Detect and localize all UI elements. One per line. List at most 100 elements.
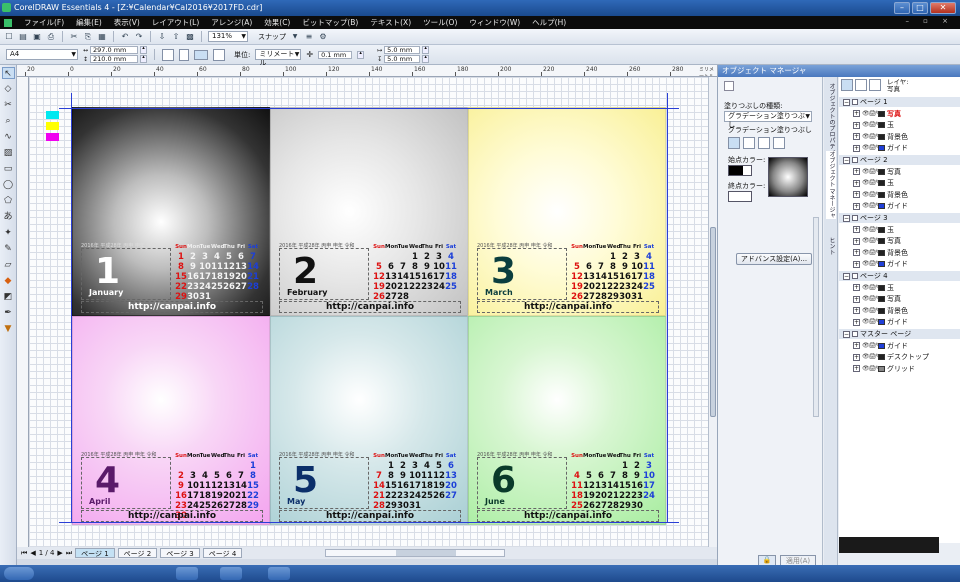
taskbar-app-2[interactable]	[220, 567, 242, 580]
portrait-icon[interactable]	[179, 48, 190, 61]
menu-tools[interactable]: ツール(O)	[423, 17, 457, 28]
collapse-icon[interactable]: −	[843, 272, 850, 280]
expand-icon[interactable]: +	[853, 121, 860, 129]
menu-help[interactable]: ヘルプ(H)	[532, 17, 566, 28]
expand-icon[interactable]: +	[853, 110, 860, 118]
show-properties-icon[interactable]	[841, 79, 853, 91]
eyedropper-tool-icon[interactable]: ✎	[2, 243, 15, 255]
layer-visibility-print-edit-icons[interactable]: 👁🖨✎	[862, 248, 880, 258]
tree-layer[interactable]: + 👁🖨✎ ガイド	[839, 143, 908, 153]
first-page-icon[interactable]: ⏮	[21, 549, 27, 558]
prev-page-icon[interactable]: ◀	[30, 549, 35, 557]
tree-page[interactable]: − ページ 2	[839, 155, 960, 165]
layer-visibility-print-edit-icons[interactable]: 👁🖨✎	[862, 190, 880, 200]
expand-icon[interactable]: +	[853, 179, 860, 187]
tree-layer[interactable]: + 👁🖨✎ 玉	[839, 283, 894, 293]
freehand-tool-icon[interactable]: ∿	[2, 131, 15, 143]
expand-icon[interactable]: +	[853, 284, 860, 292]
nudge-field[interactable]: 0.1 mm	[318, 50, 353, 59]
layer-visibility-print-edit-icons[interactable]: 👁🖨✎	[862, 341, 880, 351]
page-tab-3[interactable]: ページ 3	[160, 548, 200, 558]
layer-visibility-print-edit-icons[interactable]: 👁🖨✎	[862, 283, 880, 293]
menu-text[interactable]: テキスト(X)	[370, 17, 411, 28]
landscape-icon[interactable]	[194, 49, 209, 60]
shape-tool-icon[interactable]: ◇	[2, 83, 15, 95]
layer-visibility-print-edit-icons[interactable]: 👁🖨✎	[862, 120, 880, 130]
menu-edit[interactable]: 編集(E)	[76, 17, 102, 28]
new-icon[interactable]: ☐	[4, 32, 14, 42]
menu-file[interactable]: ファイル(F)	[24, 17, 64, 28]
expand-icon[interactable]: +	[853, 144, 860, 152]
fill-tool-icon[interactable]: ◆	[2, 275, 15, 287]
conical-gradient-button[interactable]	[758, 137, 770, 149]
tree-page[interactable]: − ページ 3	[839, 213, 960, 223]
expand-icon[interactable]: +	[853, 168, 860, 176]
page-width-field[interactable]: 297.0 mm	[90, 46, 139, 54]
tab-object-manager[interactable]: オブジェクト マネージャ	[826, 151, 836, 219]
fill-tab-icon[interactable]	[724, 81, 734, 91]
collapse-icon[interactable]: −	[843, 156, 850, 164]
properties-scrollbar[interactable]	[813, 217, 819, 417]
next-page-icon[interactable]: ▶	[57, 549, 62, 557]
polygon-tool-icon[interactable]: ⬠	[2, 195, 15, 207]
export-icon[interactable]: ⇧	[171, 32, 181, 42]
expand-icon[interactable]: +	[853, 202, 860, 210]
snap-dropdown-icon[interactable]: ▼	[290, 32, 300, 42]
layer-visibility-print-edit-icons[interactable]: 👁🖨✎	[862, 109, 880, 119]
app-menu-icon[interactable]	[4, 18, 12, 27]
units-combo[interactable]: ミリメートル ▼	[255, 49, 302, 67]
horizontal-scrollbar[interactable]	[325, 549, 506, 557]
tree-layer[interactable]: + 👁🖨✎ 玉	[839, 120, 894, 130]
snap-label[interactable]: スナップ	[258, 32, 286, 42]
tree-layer[interactable]: + 👁🖨✎ 写真	[839, 236, 901, 246]
horizontal-scroll-thumb[interactable]	[396, 550, 457, 556]
tree-layer[interactable]: + 👁🖨✎ 背景色	[839, 132, 908, 142]
tree-layer[interactable]: + 👁🖨✎ ガイド	[839, 201, 908, 211]
zoom-tool-icon[interactable]: ⌕	[2, 115, 15, 127]
minimize-button[interactable]: –	[894, 2, 910, 14]
layer-visibility-print-edit-icons[interactable]: 👁🖨✎	[862, 352, 880, 362]
tree-layer[interactable]: + 👁🖨✎ グリッド	[839, 364, 915, 374]
expand-icon[interactable]: +	[853, 260, 860, 268]
duplicate-y-spinner[interactable]: ▴	[422, 55, 430, 63]
last-page-icon[interactable]: ⏭	[66, 549, 72, 558]
options-icon[interactable]: ⚙	[318, 32, 328, 42]
tree-layer[interactable]: + 👁🖨✎ 背景色	[839, 306, 908, 316]
bucket-tool-icon[interactable]: ▼	[2, 323, 15, 335]
app-launcher-icon[interactable]: ▩	[185, 32, 195, 42]
close-button[interactable]: ✕	[930, 2, 956, 14]
ellipse-tool-icon[interactable]: ◯	[2, 179, 15, 191]
tree-layer[interactable]: + 👁🖨✎ 写真	[839, 294, 901, 304]
layer-visibility-print-edit-icons[interactable]: 👁🖨✎	[862, 317, 880, 327]
expand-icon[interactable]: +	[853, 318, 860, 326]
calendar-panel-february[interactable]: 2016年 平成28年 丙申 申年 令和 2 February Sun Mon Tue We…	[270, 107, 468, 316]
expand-icon[interactable]: +	[853, 237, 860, 245]
calendar-panel-march[interactable]: 2016年 平成28年 丙申 申年 令和 3 March Sun Mon Tue Wed Th…	[468, 107, 666, 316]
paper-size-combo[interactable]: A4 ▼	[6, 49, 78, 60]
linear-gradient-button[interactable]	[728, 137, 740, 149]
expand-icon[interactable]: +	[853, 226, 860, 234]
duplicate-x-spinner[interactable]: ▴	[422, 46, 430, 54]
menu-bitmaps[interactable]: ビットマップ(B)	[302, 17, 358, 28]
duplicate-x-field[interactable]: 5.0 mm	[384, 46, 421, 54]
zoom-combo[interactable]: 131% ▼	[208, 31, 248, 42]
collapse-icon[interactable]: −	[843, 330, 850, 338]
copy-icon[interactable]: ⎘	[83, 32, 93, 42]
nudge-spinner[interactable]: ▴	[357, 50, 365, 59]
tree-layer[interactable]: + 👁🖨✎ デスクトップ	[839, 352, 929, 362]
page-tab-4[interactable]: ページ 4	[202, 548, 243, 558]
collapse-icon[interactable]: −	[843, 98, 850, 106]
expand-icon[interactable]: +	[853, 191, 860, 199]
pick-tool-icon[interactable]: ↖	[1, 67, 15, 79]
print-icon[interactable]: ⎙	[46, 32, 56, 42]
radial-gradient-button[interactable]	[743, 137, 755, 149]
tab-hints[interactable]: ヒント	[826, 237, 836, 255]
save-icon[interactable]: ▣	[32, 32, 42, 42]
tree-layer[interactable]: + 👁🖨✎ 背景色	[839, 248, 908, 258]
guideline-horizontal-bottom[interactable]	[59, 522, 679, 523]
undo-icon[interactable]: ↶	[120, 32, 130, 42]
open-icon[interactable]: ▤	[18, 32, 28, 42]
guideline-horizontal-top[interactable]	[59, 108, 679, 109]
calendar-panel-january[interactable]: 2016年 平成28年 丙申 申年 令和 1 January Sun Mon Tue Wed…	[72, 107, 270, 316]
outline-tool-icon[interactable]: ▱	[2, 259, 15, 271]
